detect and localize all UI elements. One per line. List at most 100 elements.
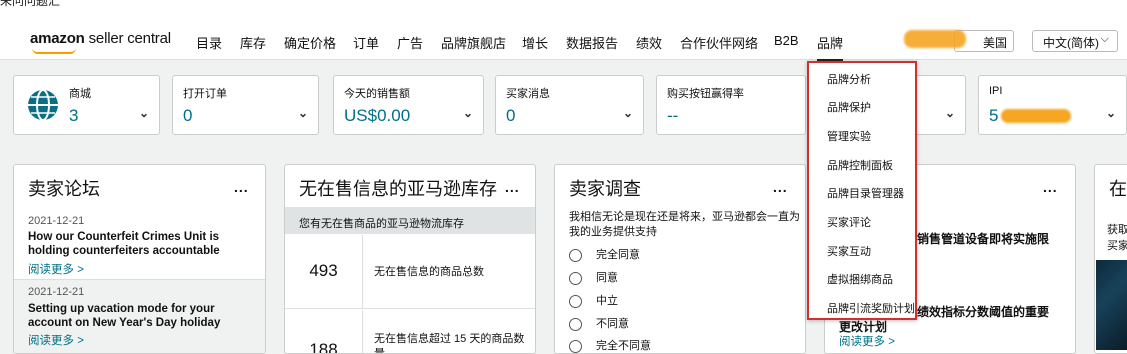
redaction-mark — [1001, 109, 1071, 123]
metric-marketplaces[interactable]: 商城 3 ⌄ — [13, 75, 160, 135]
top-strip-text: 未问问题汇 — [0, 0, 61, 8]
menu-item-customer-reviews[interactable]: 买家评论 — [827, 214, 871, 230]
forum-post[interactable]: 2021-12-21 How our Counterfeit Crimes Un… — [14, 205, 265, 279]
seller-central-logo[interactable]: amazon seller central — [30, 30, 171, 54]
menu-item-brand-referral-bonus[interactable]: 品牌引流奖励计划 — [827, 300, 915, 316]
option-label: 中立 — [596, 295, 618, 307]
metric-buyer-messages[interactable]: 买家消息 0 ⌄ — [495, 75, 644, 135]
inventory-desc: 无在售信息超过 15 天的商品数量 — [374, 333, 525, 354]
metric-label: 买家消息 — [506, 88, 550, 100]
card-title: 卖家论坛 — [28, 179, 100, 199]
forum-post[interactable]: 2021-12-21 Setting up vacation mode for … — [14, 279, 265, 353]
nav-brands[interactable]: 品牌 — [817, 33, 844, 61]
metric-value: 5 — [989, 106, 999, 125]
brand-dropdown-menu: 品牌分析 品牌保护 管理实验 品牌控制面板 品牌目录管理器 买家评论 买家互动 … — [807, 61, 917, 320]
top-strip: 未问问题汇 — [0, 0, 1127, 20]
more-options-icon[interactable]: ... — [1043, 179, 1058, 195]
chevron-down-icon: ⌄ — [297, 106, 308, 120]
menu-item-brand-catalog-manager[interactable]: 品牌目录管理器 — [827, 185, 904, 201]
row-divider — [362, 235, 363, 308]
card-title: 在 — [1109, 179, 1127, 199]
menu-item-brand-analytics[interactable]: 品牌分析 — [827, 71, 871, 87]
chevron-down-icon: ⌄ — [622, 106, 633, 120]
post-headline[interactable]: Setting up vacation mode for your accoun… — [28, 302, 248, 330]
post-date: 2021-12-21 — [28, 215, 85, 227]
more-options-icon[interactable]: ... — [505, 179, 520, 195]
menu-item-customer-engagement[interactable]: 买家互动 — [827, 243, 871, 259]
radio-button[interactable] — [569, 317, 582, 331]
chevron-down-icon: ⌵ — [1100, 33, 1109, 45]
more-options-icon[interactable]: ... — [773, 179, 788, 195]
radio-button[interactable] — [569, 339, 582, 353]
post-headline[interactable]: How our Counterfeit Crimes Unit is holdi… — [28, 230, 248, 258]
nav-catalog[interactable]: 目录 — [196, 33, 222, 52]
logo-brand: amazon — [30, 30, 85, 47]
metric-label: 今天的销售额 — [344, 88, 410, 100]
post-date: 2021-12-21 — [28, 286, 85, 298]
inventory-row[interactable]: 188 无在售信息超过 15 天的商品数量 — [285, 310, 535, 354]
nav-pricing[interactable]: 确定价格 — [284, 33, 336, 52]
metric-value: 0 — [506, 106, 516, 125]
metric-buy-box-win-rate[interactable]: 购买按钮赢得率 -- — [656, 75, 806, 135]
metric-todays-sales[interactable]: 今天的销售额 US$0.00 ⌄ — [333, 75, 484, 135]
top-nav-bar: amazon seller central 目录 库存 确定价格 订单 广告 品… — [0, 20, 1127, 61]
logo-product: seller central — [88, 30, 171, 47]
more-options-icon[interactable]: ... — [234, 179, 249, 195]
nav-inventory[interactable]: 库存 — [240, 33, 266, 52]
amazon-smile-icon — [32, 48, 76, 54]
read-more-link[interactable]: 阅读更多 > — [839, 333, 895, 349]
radio-button[interactable] — [569, 271, 582, 285]
unlisted-inventory-card: 无在售信息的亚马逊库存 ... 您有无在售商品的亚马逊物流库存 493 无在售信… — [284, 164, 536, 354]
nav-performance[interactable]: 绩效 — [636, 33, 662, 52]
news-headline[interactable]: 绩效指标分数阈值的重要 — [917, 303, 1049, 320]
row-divider — [362, 310, 363, 353]
nav-orders[interactable]: 订单 — [353, 33, 379, 52]
metric-value: 3 — [69, 106, 79, 125]
menu-item-manage-experiments[interactable]: 管理实验 — [827, 128, 871, 144]
option-label: 同意 — [596, 272, 618, 284]
inventory-count: 188 — [309, 340, 338, 354]
nav-partner-network[interactable]: 合作伙伴网络 — [680, 33, 758, 52]
chevron-down-icon: ⌄ — [1105, 106, 1116, 120]
option-label: 完全同意 — [596, 249, 640, 261]
metric-value: 0 — [183, 106, 193, 125]
option-label: 完全不同意 — [596, 340, 651, 352]
marketplace-label: 美国 — [983, 36, 1008, 50]
edge-text: 买家 — [1107, 240, 1127, 252]
nav-advertising[interactable]: 广告 — [397, 33, 423, 52]
survey-option[interactable]: 同意 — [569, 269, 618, 285]
promo-image — [1096, 260, 1127, 350]
menu-item-virtual-bundles[interactable]: 虚拟捆绑商品 — [827, 271, 893, 287]
survey-option[interactable]: 中立 — [569, 292, 618, 308]
metric-ipi[interactable]: IPI 5 ⌄ — [978, 75, 1127, 135]
metric-open-orders[interactable]: 打开订单 0 ⌄ — [172, 75, 319, 135]
survey-option[interactable]: 不同意 — [569, 315, 629, 331]
edge-text: 获取 — [1107, 224, 1127, 236]
card-title: 卖家调查 — [569, 179, 641, 199]
chevron-down-icon: ⌄ — [944, 106, 955, 120]
menu-item-brand-protection[interactable]: 品牌保护 — [827, 99, 871, 115]
news-headline[interactable]: 销售管道设备即将实施限 — [917, 230, 1049, 247]
nav-growth[interactable]: 增长 — [522, 33, 548, 52]
metric-label: 购买按钮赢得率 — [667, 88, 744, 100]
survey-question: 我相信无论是现在还是将来，亚马逊都会一直为我的业务提供支持 — [569, 211, 800, 238]
read-more-link[interactable]: 阅读更多 > — [28, 261, 84, 277]
nav-reports[interactable]: 数据报告 — [566, 33, 618, 52]
globe-icon — [28, 89, 58, 121]
menu-item-brand-dashboard[interactable]: 品牌控制面板 — [827, 157, 893, 173]
nav-stores[interactable]: 品牌旗舰店 — [441, 33, 506, 52]
inventory-row[interactable]: 493 无在售信息的商品总数 — [285, 235, 535, 309]
chevron-down-icon: ⌄ — [462, 106, 473, 120]
inventory-count: 493 — [309, 261, 338, 280]
metric-value: US$0.00 — [344, 106, 411, 125]
survey-option[interactable]: 完全同意 — [569, 246, 640, 262]
nav-b2b[interactable]: B2B — [774, 33, 799, 48]
inventory-subheader: 您有无在售商品的亚马逊物流库存 — [285, 207, 535, 234]
radio-button[interactable] — [569, 294, 582, 308]
survey-option[interactable]: 完全不同意 — [569, 337, 651, 353]
chevron-down-icon: ⌄ — [138, 106, 149, 120]
read-more-link[interactable]: 阅读更多 > — [28, 332, 84, 348]
language-selector[interactable]: 中文(简体) ⌵ — [1032, 30, 1118, 52]
inventory-desc: 无在售信息的商品总数 — [374, 266, 484, 278]
radio-button[interactable] — [569, 248, 582, 262]
